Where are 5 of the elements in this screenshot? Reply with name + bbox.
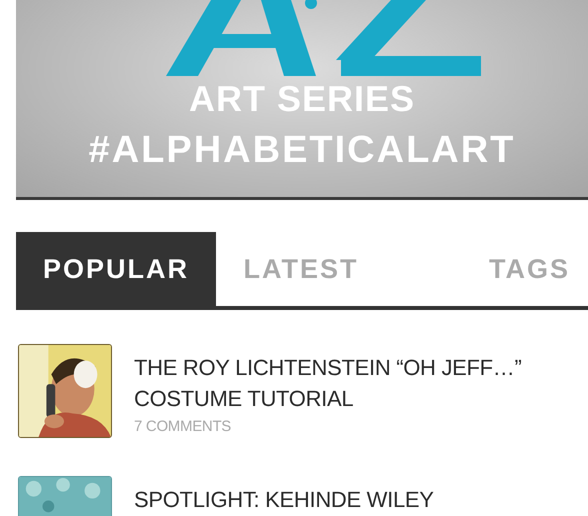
comment-count: 7 COMMENTS <box>134 418 232 435</box>
post-title-link[interactable]: THE ROY LICHTENSTEIN “OH JEFF…” COSTUME TUTORIAL <box>134 352 534 414</box>
post-title-link[interactable]: SPOTLIGHT: KEHINDE WILEY <box>134 484 534 515</box>
tab[interactable]: POPULAR <box>16 232 216 306</box>
banner-hashtag: #ALPHABETICALART <box>88 131 516 169</box>
